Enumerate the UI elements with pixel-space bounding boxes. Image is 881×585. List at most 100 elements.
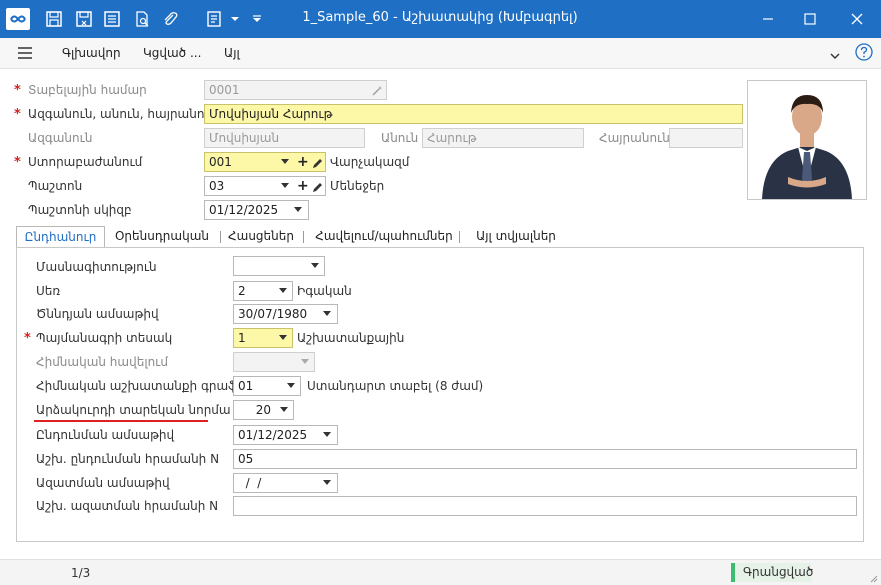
highlight-underline xyxy=(34,420,208,422)
birth-date-field[interactable]: 30/07/1980 xyxy=(233,304,338,324)
preview-icon[interactable] xyxy=(132,9,152,29)
save-close-icon[interactable] xyxy=(74,9,94,29)
tab-general[interactable]: Ընդհանուր xyxy=(16,226,105,248)
release-order-field[interactable] xyxy=(233,496,857,516)
schedule-name: Ստանդարտ տաբել (8 ժամ) xyxy=(307,379,484,393)
first-name-field: Հարութ xyxy=(422,128,584,148)
department-value: 001 xyxy=(209,155,232,169)
schedule-label: Հիմնական աշխատանքի գրաֆիկ xyxy=(36,379,254,393)
first-name-label: Անուն xyxy=(381,131,419,145)
schedule-value: 01 xyxy=(238,379,254,393)
vacation-norm-value: 20 xyxy=(255,403,271,417)
dropdown-arrow-icon[interactable] xyxy=(279,335,287,340)
release-order-label: Աշխ. ազատման հրամանի N xyxy=(36,499,219,513)
hire-date-field[interactable]: 01/12/2025 xyxy=(233,425,338,445)
position-label: Պաշտոն xyxy=(28,179,83,193)
full-name-field[interactable]: Մովսիսյան Հարութ xyxy=(204,104,743,124)
patronymic-label: Հայրանուն xyxy=(599,131,670,145)
contract-type-label: Պայմանագրի տեսակ xyxy=(36,331,173,345)
tab-addresses[interactable]: Հասցեներ xyxy=(226,226,296,248)
position-start-value: 01/12/2025 xyxy=(209,203,279,217)
dropdown-arrow-icon[interactable] xyxy=(323,311,331,316)
birth-date-value: 30/07/1980 xyxy=(238,307,308,321)
required-marker: * xyxy=(14,83,21,98)
dropdown-arrow-icon[interactable] xyxy=(311,263,319,268)
title-bar: 1_Sample_60 - Աշխատակից (Խմբագրել) xyxy=(0,0,881,38)
surname-label: Ազգանուն xyxy=(28,131,93,145)
required-marker: * xyxy=(24,331,31,346)
hire-order-label: Աշխ. ընդունման հրամանի N xyxy=(36,452,220,466)
tab-separator xyxy=(220,231,221,243)
tab-strip: Ընդհանուր Օրենսդրական Հասցեներ Հավելում/… xyxy=(16,226,864,248)
employee-photo[interactable] xyxy=(747,80,867,200)
menu-item-attached[interactable]: Կցված ... xyxy=(143,46,201,60)
tab-number-field[interactable]: 0001 xyxy=(204,80,387,100)
specialty-combo[interactable] xyxy=(233,256,325,276)
tab-additions-deductions[interactable]: Հավելում/պահումներ xyxy=(310,226,458,248)
patronymic-field xyxy=(669,128,743,148)
department-combo[interactable]: 001 + xyxy=(204,152,326,172)
hamburger-menu-icon[interactable] xyxy=(18,47,32,59)
birth-date-label: Ծննդյան ամսաթիվ xyxy=(36,307,159,321)
menu-item-other[interactable]: Այլ xyxy=(224,46,240,60)
gender-combo[interactable]: 2 xyxy=(233,281,293,301)
hire-order-field[interactable]: 05 xyxy=(233,449,857,469)
document-icon[interactable] xyxy=(204,9,224,29)
dropdown-arrow-icon[interactable] xyxy=(323,480,331,485)
dropdown-arrow-icon xyxy=(301,359,309,364)
maximize-icon[interactable] xyxy=(798,9,822,29)
save-icon[interactable] xyxy=(44,9,64,29)
document-dropdown-icon[interactable] xyxy=(228,9,242,29)
release-date-value: / / xyxy=(238,476,262,490)
tab-number-label: Տաբելային համար xyxy=(28,83,147,97)
status-bar: 1/3 Գրանցված xyxy=(0,559,881,585)
dropdown-arrow-icon[interactable] xyxy=(287,383,295,388)
tab-legislative[interactable]: Օրենսդրական xyxy=(110,226,214,248)
dropdown-arrow-icon[interactable] xyxy=(323,432,331,437)
add-icon[interactable]: + xyxy=(297,179,309,193)
collapse-ribbon-icon[interactable] xyxy=(830,49,840,59)
dropdown-arrow-icon[interactable] xyxy=(280,407,288,412)
menu-item-main[interactable]: Գլխավոր xyxy=(62,46,121,60)
edit-pencil-icon[interactable] xyxy=(312,156,323,171)
base-addition-combo xyxy=(233,352,315,372)
save-all-icon[interactable] xyxy=(102,9,122,29)
required-marker: * xyxy=(14,107,21,122)
status-badge: Գրանցված xyxy=(731,563,813,582)
position-combo[interactable]: 03 + xyxy=(204,176,326,196)
help-icon[interactable] xyxy=(855,43,873,61)
tab-number-value: 0001 xyxy=(209,83,240,97)
dropdown-arrow-icon[interactable] xyxy=(279,288,287,293)
dropdown-arrow-icon[interactable] xyxy=(281,183,289,188)
base-addition-label: Հիմնական հավելում xyxy=(36,355,168,369)
tab-separator xyxy=(459,231,460,243)
surname-field: Մովսիսյան xyxy=(204,128,365,148)
vacation-norm-field[interactable]: 20 xyxy=(233,400,294,420)
person-silhouette-icon xyxy=(748,81,866,199)
vacation-norm-label: Արձակուրդի տարեկան նորմա xyxy=(36,403,231,417)
department-name: Վարչակազմ xyxy=(330,155,410,169)
attach-icon[interactable] xyxy=(160,9,180,29)
hire-date-label: Ընդունման ամսաթիվ xyxy=(36,428,175,442)
position-start-date[interactable]: 01/12/2025 xyxy=(204,200,309,220)
dropdown-arrow-icon[interactable] xyxy=(294,207,302,212)
tab-other-data[interactable]: Այլ տվյալներ xyxy=(466,226,566,248)
close-icon[interactable] xyxy=(845,9,869,29)
release-date-label: Ազատման ամսաթիվ xyxy=(36,476,170,490)
tab-separator xyxy=(303,231,304,243)
full-name-label: Ազգանուն, անուն, հայրանուն xyxy=(28,107,218,121)
dropdown-arrow-icon[interactable] xyxy=(281,159,289,164)
menu-bar: Գլխավոր Կցված ... Այլ xyxy=(0,38,881,69)
gender-label: Սեռ xyxy=(36,284,61,298)
release-date-field[interactable]: / / xyxy=(233,473,338,493)
minimize-icon[interactable] xyxy=(756,9,780,29)
position-value: 03 xyxy=(209,179,225,193)
hire-date-value: 01/12/2025 xyxy=(238,428,308,442)
contract-type-combo[interactable]: 1 xyxy=(233,328,293,348)
add-icon[interactable]: + xyxy=(297,155,309,169)
schedule-combo[interactable]: 01 xyxy=(233,376,301,396)
required-marker: * xyxy=(14,155,21,170)
edit-pencil-icon[interactable] xyxy=(312,180,323,195)
resize-grip-icon[interactable] xyxy=(868,572,878,583)
position-start-label: Պաշտոնի սկիզբ xyxy=(28,203,132,217)
